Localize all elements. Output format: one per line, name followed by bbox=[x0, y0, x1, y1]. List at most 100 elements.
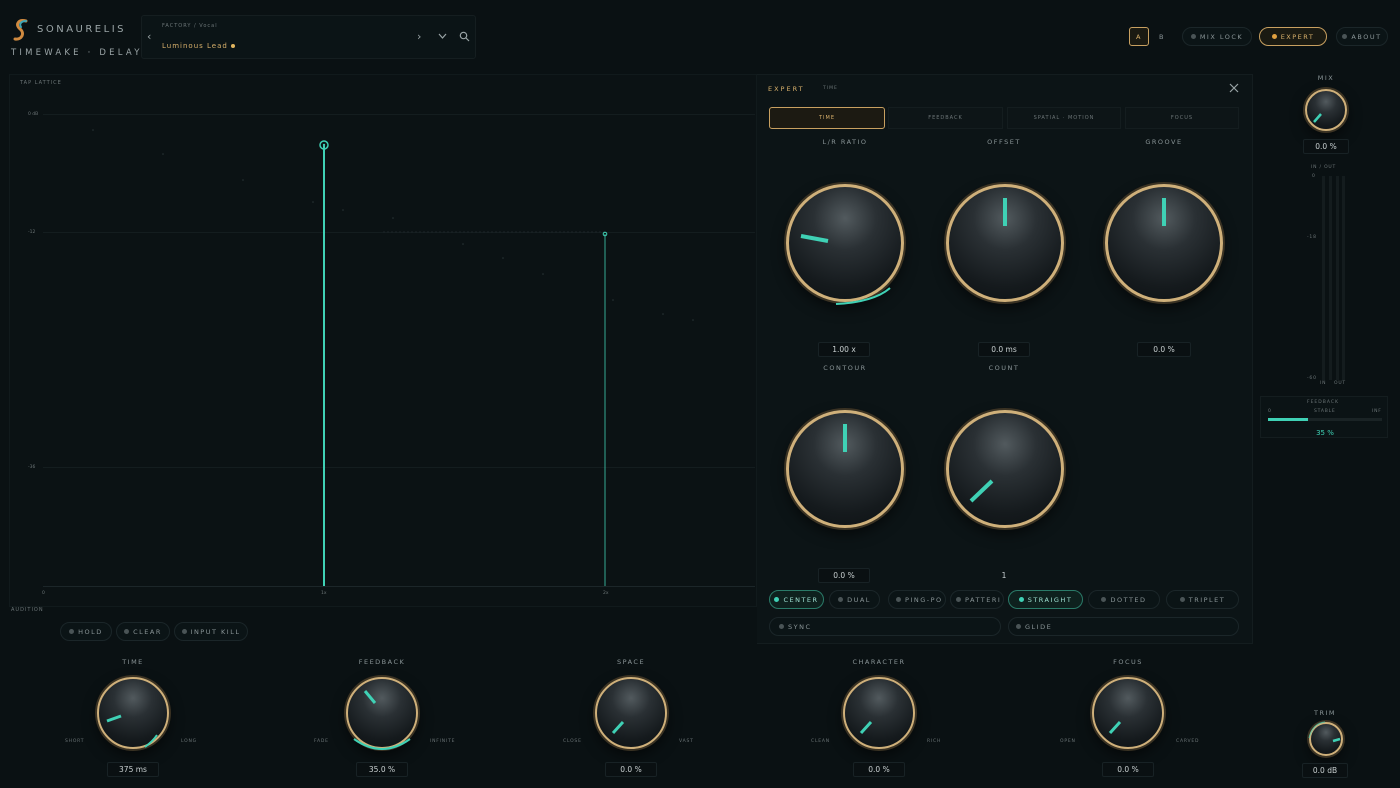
space-indicator bbox=[611, 720, 625, 735]
time-min-label: SHORT bbox=[65, 739, 85, 744]
focus-indicator bbox=[1108, 720, 1122, 735]
space-value[interactable]: 0.0 % bbox=[605, 762, 657, 777]
ab-b-button[interactable]: B bbox=[1152, 27, 1172, 46]
feedback-scale-stable: STABLE bbox=[1314, 409, 1336, 414]
about-button[interactable]: ABOUT bbox=[1336, 27, 1388, 46]
input-meter bbox=[1322, 176, 1325, 380]
mode-dotted[interactable]: DOTTED bbox=[1088, 590, 1160, 609]
close-icon[interactable] bbox=[1229, 83, 1239, 93]
mode-triplet[interactable]: TRIPLET bbox=[1166, 590, 1239, 609]
mode-center-label: CENTER bbox=[783, 595, 819, 604]
offset-label: OFFSET bbox=[987, 138, 1021, 146]
mode-pattern[interactable]: PATTERI bbox=[950, 590, 1004, 609]
focus-value[interactable]: 0.0 % bbox=[1102, 762, 1154, 777]
time-value[interactable]: 375 ms bbox=[107, 762, 159, 777]
x-label: 1x bbox=[321, 591, 327, 596]
space-max-label: VAST bbox=[679, 739, 694, 744]
lr-ratio-indicator bbox=[800, 234, 891, 305]
groove-label: GROOVE bbox=[1145, 138, 1183, 146]
mode-ping-pong[interactable]: PING-PO bbox=[888, 590, 946, 609]
space-min-label: CLOSE bbox=[563, 739, 582, 744]
search-icon[interactable] bbox=[459, 31, 470, 42]
input-meter-r bbox=[1329, 176, 1332, 380]
input-kill-label: INPUT KILL bbox=[190, 627, 241, 636]
mode-center[interactable]: CENTER bbox=[769, 590, 824, 609]
contour-label: CONTOUR bbox=[823, 364, 867, 372]
meter-scale-mid: -18 bbox=[1307, 235, 1317, 240]
character-label: CHARACTER bbox=[852, 658, 906, 666]
glide-toggle[interactable]: TRIMGLIDE bbox=[1008, 617, 1239, 636]
db-label: -12 bbox=[28, 230, 36, 235]
preset-name[interactable]: Luminous Lead bbox=[162, 42, 228, 50]
expert-button[interactable]: EXPERT bbox=[1259, 27, 1327, 46]
contour-indicator bbox=[843, 424, 847, 452]
offset-indicator bbox=[1003, 198, 1007, 226]
mode-dual[interactable]: DUAL bbox=[829, 590, 880, 609]
mix-lock-button[interactable]: MIX LOCK bbox=[1182, 27, 1252, 46]
mode-center-dot bbox=[774, 597, 780, 602]
audition-label: AUDITION bbox=[11, 607, 44, 613]
mode-straight-label: STRAIGHT bbox=[1027, 595, 1073, 604]
preset-browser[interactable] bbox=[141, 15, 476, 59]
tab-spatial-motion[interactable]: SPATIAL · MOTION bbox=[1007, 107, 1121, 129]
count-value[interactable]: 1 bbox=[990, 568, 1018, 583]
clear-button[interactable]: CLEAR bbox=[116, 622, 170, 641]
output-meter bbox=[1336, 176, 1339, 380]
tab-time[interactable]: TIME bbox=[769, 107, 885, 129]
feedback-scale-inf: INF bbox=[1372, 409, 1382, 414]
mode-pattern-dot bbox=[956, 597, 961, 602]
db-label: -36 bbox=[28, 465, 36, 470]
tab-focus[interactable]: FOCUS bbox=[1125, 107, 1239, 129]
meter-out-label: OUT bbox=[1334, 381, 1346, 386]
mix-indicator bbox=[1313, 113, 1322, 123]
feedback-label: FEEDBACK bbox=[358, 658, 406, 666]
preset-modified-dot bbox=[231, 44, 235, 48]
tab-feedback[interactable]: FEEDBACK bbox=[888, 107, 1003, 129]
focus-max-label: CARVED bbox=[1176, 739, 1200, 744]
focus-min-label: OPEN bbox=[1060, 739, 1076, 744]
mix-value[interactable]: 0.0 % bbox=[1303, 139, 1349, 154]
mode-straight-dot bbox=[1018, 597, 1024, 602]
meter-in-label: IN bbox=[1320, 381, 1327, 386]
feedback-value[interactable]: 35.0 % bbox=[356, 762, 408, 777]
sync-toggle[interactable]: SYNC bbox=[769, 617, 1001, 636]
groove-indicator bbox=[1162, 198, 1166, 226]
offset-value[interactable]: 0.0 ms bbox=[978, 342, 1030, 357]
glide-label: GLIDE bbox=[1025, 622, 1053, 631]
preset-category: FACTORY / Vocal bbox=[162, 23, 218, 29]
mode-triplet-label: TRIPLET bbox=[1188, 595, 1226, 604]
clear-dot bbox=[124, 629, 130, 634]
mode-ping-pong-label: PING-PO bbox=[905, 595, 943, 604]
mode-dotted-dot bbox=[1101, 597, 1107, 602]
feedback-meter-title: FEEDBACK bbox=[1307, 400, 1339, 405]
chevron-down-icon[interactable] bbox=[438, 33, 447, 40]
character-max-label: RICH bbox=[927, 739, 942, 744]
feedback-min-label: FADE bbox=[314, 739, 329, 744]
character-indicator bbox=[859, 720, 873, 735]
lr-ratio-value[interactable]: 1.00 x bbox=[818, 342, 870, 357]
ab-a-button[interactable]: A bbox=[1129, 27, 1149, 46]
mode-dual-label: DUAL bbox=[847, 595, 871, 604]
next-preset-icon[interactable]: › bbox=[417, 31, 421, 42]
contour-value[interactable]: 0.0 % bbox=[818, 568, 870, 583]
tap-lattice-title: TAP LATTICE bbox=[20, 80, 62, 86]
feedback-max-label: INFINITE bbox=[430, 739, 456, 744]
prev-preset-icon[interactable]: ‹ bbox=[147, 31, 151, 42]
space-label: SPACE bbox=[616, 658, 646, 666]
feedback-meter-value: 35 % bbox=[1316, 429, 1334, 437]
sync-dot bbox=[779, 624, 784, 629]
about-dot bbox=[1342, 34, 1348, 39]
mode-straight[interactable]: STRAIGHT bbox=[1008, 590, 1083, 609]
hold-button[interactable]: HOLD bbox=[60, 622, 112, 641]
input-kill-button[interactable]: INPUT KILL bbox=[174, 622, 248, 641]
mode-pattern-label: PATTERI bbox=[965, 595, 1002, 604]
sync-label: SYNC bbox=[788, 622, 812, 631]
groove-value[interactable]: 0.0 % bbox=[1137, 342, 1191, 357]
count-indicator bbox=[969, 479, 994, 503]
character-min-label: CLEAN bbox=[811, 739, 830, 744]
mode-dotted-label: DOTTED bbox=[1110, 595, 1147, 604]
logo-icon bbox=[13, 19, 28, 41]
time-max-label: LONG bbox=[181, 739, 197, 744]
character-value[interactable]: 0.0 % bbox=[853, 762, 905, 777]
trim-value[interactable]: 0.0 dB bbox=[1302, 763, 1348, 778]
